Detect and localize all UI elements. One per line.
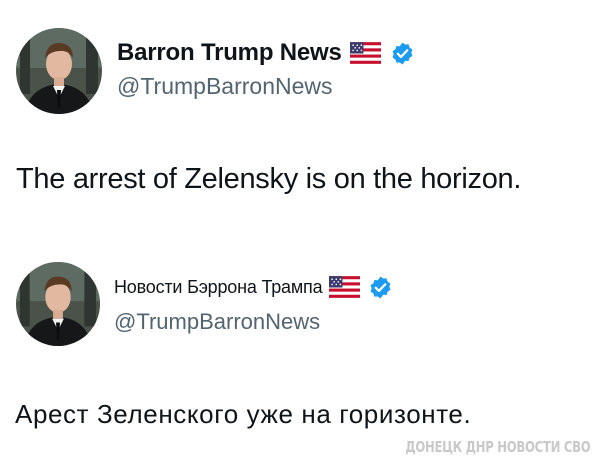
us-flag-icon: [349, 42, 381, 64]
post-text: Арест Зеленского уже на горизонте.: [15, 399, 472, 429]
post-text: The arrest of Zelensky is on the horizon…: [16, 163, 522, 195]
avatar[interactable]: [16, 262, 100, 346]
us-flag-icon: [329, 276, 361, 298]
avatar-photo: [16, 28, 102, 114]
author-name-row: Новости Бэррона Трампа: [114, 272, 393, 302]
handle[interactable]: @TrumpBarronNews: [114, 309, 320, 335]
handle[interactable]: @TrumpBarronNews: [117, 73, 333, 100]
post-original: Barron Trump News @TrumpBarronNews The a…: [0, 0, 600, 235]
post-translated: Новости Бэррона Трампа @TrumpBarronNews …: [0, 240, 600, 468]
avatar-photo: [16, 262, 100, 346]
display-name[interactable]: Barron Trump News: [117, 39, 342, 67]
verified-badge-icon: [390, 41, 415, 66]
display-name[interactable]: Новости Бэррона Трампа: [114, 277, 323, 298]
avatar[interactable]: [16, 28, 102, 114]
channel-watermark: ДОНЕЦК ДНР НОВОСТИ СВО: [404, 438, 590, 456]
verified-badge-icon: [368, 275, 393, 300]
author-name-row: Barron Trump News: [117, 36, 415, 70]
